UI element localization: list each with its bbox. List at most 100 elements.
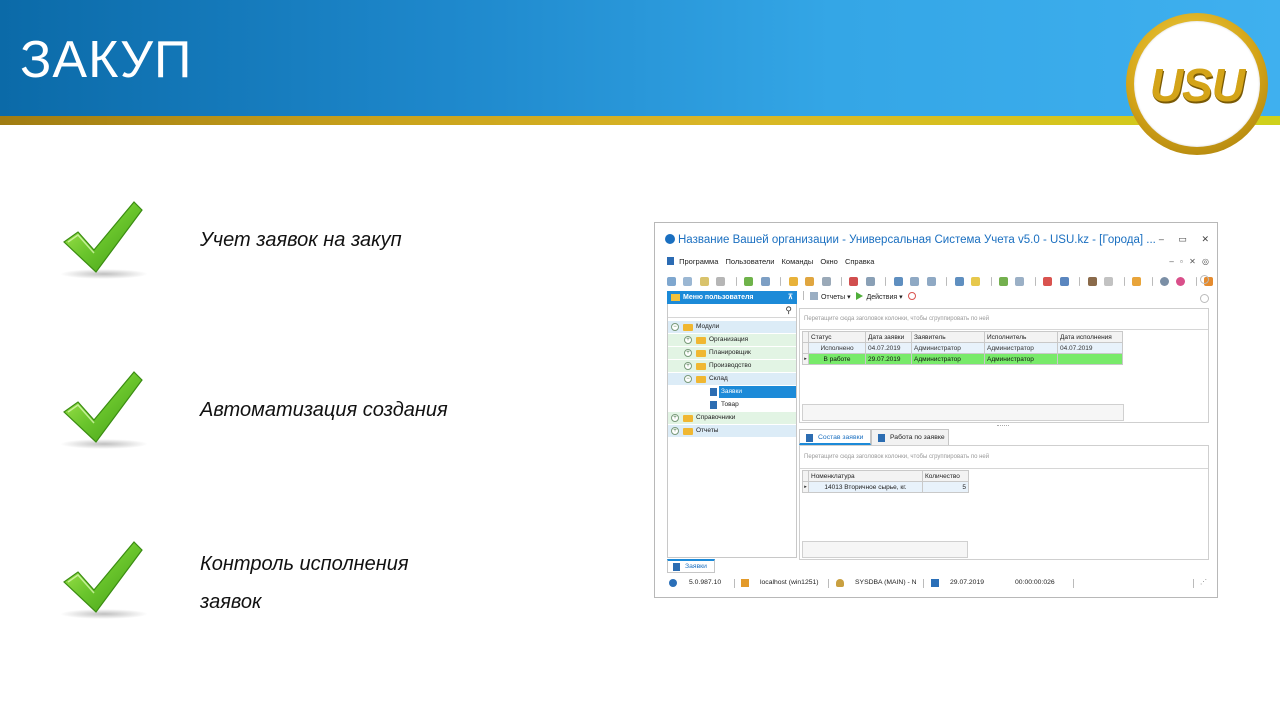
tree-item-warehouse[interactable]: − Склад bbox=[668, 373, 796, 385]
toolbar-icon-stop[interactable] bbox=[1104, 277, 1114, 287]
toolbar-icon-filter-clear[interactable] bbox=[805, 277, 815, 287]
expand-icon[interactable]: + bbox=[684, 362, 692, 370]
expand-icon[interactable]: + bbox=[671, 427, 679, 435]
tab-requests-window[interactable]: Заявки bbox=[667, 559, 715, 573]
cancel-icon[interactable] bbox=[908, 292, 917, 300]
minimize-button[interactable]: – bbox=[1159, 234, 1164, 244]
table-cell[interactable]: 29.07.2019 bbox=[865, 353, 912, 365]
column-header[interactable]: Количество bbox=[922, 470, 969, 482]
reports-label: Отчеты bbox=[820, 294, 846, 301]
expand-icon[interactable]: + bbox=[684, 349, 692, 357]
toolbar-icon-up[interactable] bbox=[910, 277, 920, 287]
toolbar-separator bbox=[885, 277, 887, 287]
menu-item-program[interactable]: Программа bbox=[679, 257, 718, 266]
grid-footer bbox=[802, 404, 1124, 421]
table-cell[interactable] bbox=[1057, 353, 1123, 365]
table-cell[interactable]: Администратор bbox=[911, 342, 985, 354]
toolbar-icon-export[interactable] bbox=[998, 277, 1008, 287]
mdi-minimize-button[interactable]: – bbox=[1169, 257, 1173, 266]
toolbar-icon-lock[interactable] bbox=[1087, 277, 1097, 287]
toolbar-separator bbox=[1079, 277, 1081, 287]
toolbar-icon-note[interactable] bbox=[971, 277, 981, 287]
table-cell[interactable]: В работе bbox=[808, 353, 866, 365]
tree-item-organization[interactable]: + Организация bbox=[668, 334, 796, 346]
table-cell[interactable]: 04.07.2019 bbox=[865, 342, 912, 354]
reports-dropdown[interactable]: Отчеты ▾ bbox=[809, 292, 851, 301]
toolbar-icon-filter[interactable] bbox=[788, 277, 798, 287]
actions-dropdown[interactable]: Действия ▾ bbox=[856, 292, 903, 301]
toolbar-icon-settings[interactable] bbox=[821, 277, 831, 287]
column-header[interactable]: Исполнитель bbox=[984, 331, 1058, 343]
table-cell[interactable]: 5 bbox=[922, 481, 969, 493]
table-cell[interactable]: 14013 Вторичное сырье, кг. bbox=[808, 481, 923, 493]
toolbar-icon-edit[interactable] bbox=[699, 277, 709, 287]
close-button[interactable]: ✕ bbox=[1201, 234, 1209, 244]
document-icon bbox=[673, 563, 680, 571]
toolbar-icon-flag[interactable] bbox=[849, 277, 859, 287]
mdi-restore-button[interactable]: ▫ bbox=[1180, 257, 1183, 266]
column-header[interactable]: Дата исполнения bbox=[1057, 331, 1123, 343]
column-header[interactable]: Номенклатура bbox=[808, 470, 923, 482]
toolbar-icon-chart[interactable] bbox=[1043, 277, 1053, 287]
toolbar-icon-refresh[interactable] bbox=[744, 277, 754, 287]
toolbar-icon-bulb[interactable] bbox=[1132, 277, 1142, 287]
document-icon bbox=[710, 388, 717, 396]
tree-item-references[interactable]: + Справочники bbox=[668, 412, 796, 424]
column-header[interactable]: Заявитель bbox=[911, 331, 985, 343]
table-cell[interactable]: Администратор bbox=[984, 353, 1058, 365]
toolbar-close-icon[interactable] bbox=[1200, 275, 1209, 284]
tree-item-planner[interactable]: + Планировщик bbox=[668, 347, 796, 359]
resize-grip-icon[interactable]: ⋰ bbox=[1200, 575, 1207, 591]
expand-icon[interactable]: + bbox=[684, 336, 692, 344]
user-menu-panel: ⚲ − Модули + Организация + Планировщик +… bbox=[667, 304, 797, 558]
tree-item-label: Товар bbox=[721, 401, 739, 408]
mdi-help-icon[interactable]: ◎ bbox=[1202, 257, 1209, 266]
toolbar-icon-palette[interactable] bbox=[1176, 277, 1186, 287]
search-icon[interactable]: ⚲ bbox=[785, 305, 792, 316]
toolbar-icon-new[interactable] bbox=[667, 277, 676, 287]
maximize-button[interactable]: ▭ bbox=[1178, 234, 1187, 244]
tab-request-work[interactable]: Работа по заявке bbox=[871, 429, 949, 445]
table-row[interactable]: ▸ В работе 29.07.2019 Администратор Адми… bbox=[802, 353, 1123, 365]
menu-search-input[interactable]: ⚲ bbox=[668, 304, 796, 318]
folder-icon bbox=[696, 363, 706, 370]
table-cell[interactable]: Администратор bbox=[911, 353, 985, 365]
table-cell[interactable]: Администратор bbox=[984, 342, 1058, 354]
tree-item-modules[interactable]: − Модули bbox=[668, 321, 796, 333]
grid-close-icon[interactable] bbox=[1200, 294, 1209, 303]
toolbar-icon-delete[interactable] bbox=[716, 277, 726, 287]
pin-icon[interactable]: ⊼ bbox=[788, 291, 793, 304]
toolbar-icon-window[interactable] bbox=[1059, 277, 1069, 287]
menu-item-users[interactable]: Пользователи bbox=[725, 257, 774, 266]
tab-request-items[interactable]: Состав заявки bbox=[799, 429, 871, 445]
toolbar-icon-import[interactable] bbox=[954, 277, 964, 287]
collapse-icon[interactable]: − bbox=[684, 375, 692, 383]
toolbar-icon-down[interactable] bbox=[926, 277, 936, 287]
group-by-hint: Перетащите сюда заголовок колонки, чтобы… bbox=[804, 454, 990, 460]
column-header[interactable]: Дата заявки bbox=[865, 331, 912, 343]
toolbar-icon-prev[interactable] bbox=[893, 277, 903, 287]
tree-item-reports[interactable]: + Отчеты bbox=[668, 425, 796, 437]
menu-item-commands[interactable]: Команды bbox=[782, 257, 814, 266]
column-header[interactable]: Статус bbox=[808, 331, 866, 343]
splitter-handle[interactable] bbox=[997, 425, 1009, 426]
menu-item-help[interactable]: Справка bbox=[845, 257, 874, 266]
toolbar-icon-print[interactable] bbox=[1015, 277, 1025, 287]
table-cell[interactable]: Исполнено bbox=[808, 342, 866, 354]
tree-item-production[interactable]: + Производство bbox=[668, 360, 796, 372]
table-row[interactable]: ▸ 14013 Вторичное сырье, кг. 5 bbox=[802, 481, 969, 493]
toolbar-icon-gear[interactable] bbox=[1159, 277, 1169, 287]
table-row[interactable]: Исполнено 04.07.2019 Администратор Админ… bbox=[802, 342, 1123, 354]
logo-inner-circle: USU bbox=[1134, 21, 1260, 147]
collapse-icon[interactable]: − bbox=[671, 323, 679, 331]
mdi-close-button[interactable]: ✕ bbox=[1189, 257, 1196, 266]
tree-item-goods[interactable]: Товар bbox=[668, 399, 796, 411]
toolbar-icon-view[interactable] bbox=[865, 277, 875, 287]
table-cell[interactable]: 04.07.2019 bbox=[1057, 342, 1123, 354]
expand-icon[interactable]: + bbox=[671, 414, 679, 422]
toolbar-icon-search[interactable] bbox=[760, 277, 770, 287]
toolbar-icon-copy[interactable] bbox=[683, 277, 693, 287]
tree-item-requests[interactable]: Заявки bbox=[668, 386, 796, 398]
menu-item-window[interactable]: Окно bbox=[820, 257, 837, 266]
toolbar-separator bbox=[803, 291, 804, 300]
